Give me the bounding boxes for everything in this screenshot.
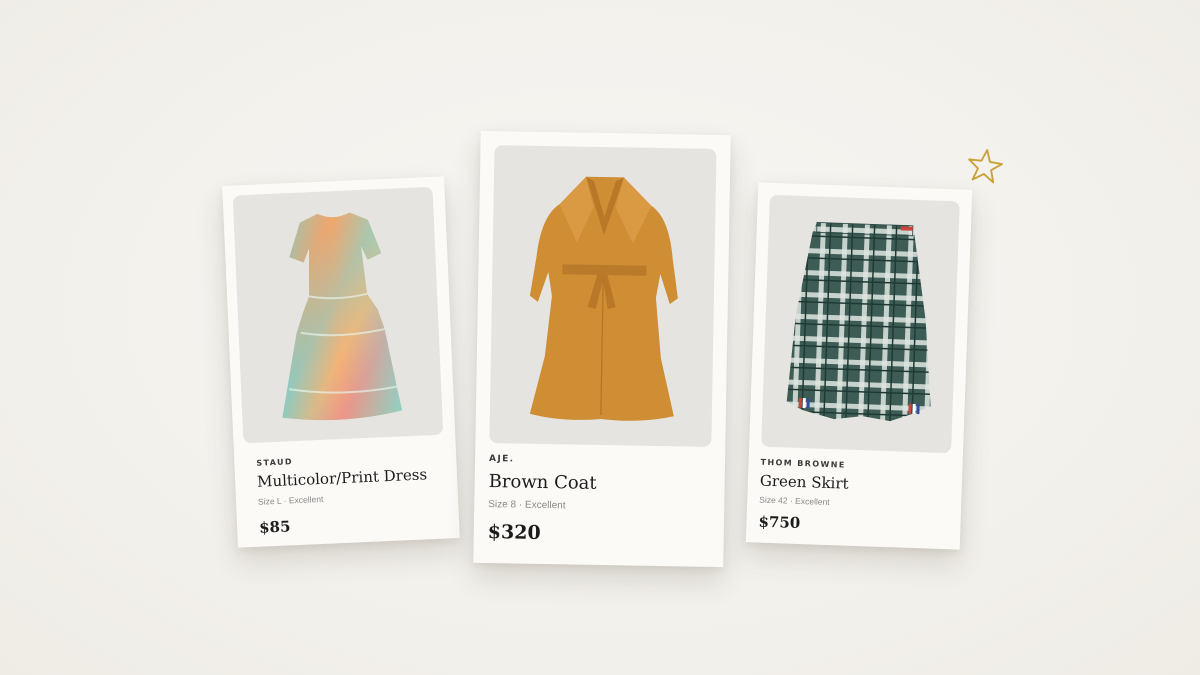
star-icon <box>968 149 1003 184</box>
product-card-skirt[interactable]: THOM BROWNE Green Skirt Size 42 · Excell… <box>745 182 973 550</box>
product-name[interactable]: Brown Coat <box>488 471 596 494</box>
product-brand: THOM BROWNE <box>760 457 846 470</box>
dress-image <box>282 212 403 421</box>
product-price: $85 <box>258 517 291 537</box>
product-price: $750 <box>758 512 801 533</box>
skirt-photo[interactable] <box>761 194 960 454</box>
coat-image <box>529 176 678 421</box>
product-card-dress[interactable]: STAUD Multicolor/Print Dress Size L · Ex… <box>222 176 460 548</box>
product-size-condition: Size 42 · Excellent <box>759 494 830 508</box>
product-brand: STAUD <box>256 457 294 468</box>
skirt-image <box>786 222 931 422</box>
product-size-condition: Size 8 · Excellent <box>488 499 566 512</box>
product-name[interactable]: Multicolor/Print Dress <box>257 465 428 490</box>
dress-photo[interactable] <box>232 186 444 444</box>
product-size-condition: Size L · Excellent <box>257 493 324 507</box>
coat-photo[interactable] <box>489 145 717 447</box>
product-card-coat[interactable]: AJE. Brown Coat Size 8 · Excellent $320 <box>473 130 731 568</box>
product-name[interactable]: Green Skirt <box>760 472 849 493</box>
product-brand: AJE. <box>488 454 515 465</box>
product-price: $320 <box>487 521 541 544</box>
